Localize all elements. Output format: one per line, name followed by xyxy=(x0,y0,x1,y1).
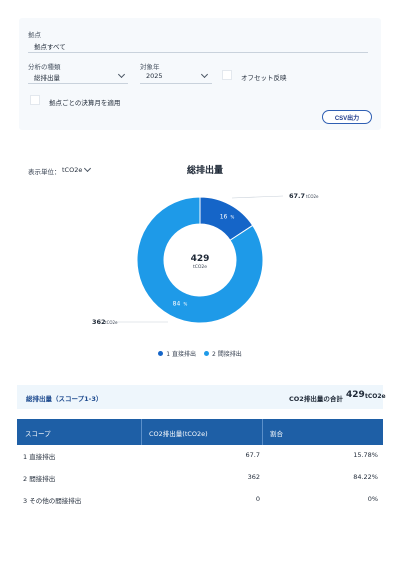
base-underline xyxy=(28,52,368,53)
chevron-down-icon xyxy=(117,70,126,79)
year-select[interactable]: 2025 xyxy=(140,69,212,83)
legend-label: 1 直接排出 xyxy=(166,351,196,358)
slice-percent-sign: % xyxy=(231,214,235,219)
slice-percent-sign: % xyxy=(183,302,187,307)
cell-scope: 3 その他の間接排出 xyxy=(23,497,82,505)
summary-bar: 総排出量（スコープ1-3） CO2排出量の合計 429 tCO2e xyxy=(17,385,386,409)
legend-item-indirect[interactable]: 2 間接排出 xyxy=(204,349,242,358)
analysis-select-value: 総排出量 xyxy=(34,74,60,82)
cell-ratio: 84.22% xyxy=(353,473,378,481)
cell-ratio: 0% xyxy=(367,495,378,503)
cell-ratio: 15.78% xyxy=(353,451,378,459)
col-header-scope: スコープ xyxy=(25,430,51,438)
summary-title: 総排出量（スコープ1-3） xyxy=(26,395,103,403)
table-header: スコープ CO2排出量(tCO2e) 割合 xyxy=(17,419,383,445)
summary-total-unit: tCO2e xyxy=(365,393,386,400)
donut-center-value: 429 xyxy=(191,254,210,264)
outer-value-label: 362 xyxy=(92,318,106,326)
col-header-amount: CO2排出量(tCO2e) xyxy=(149,430,208,438)
cell-amount: 0 xyxy=(255,495,260,503)
year-select-value: 2025 xyxy=(146,72,163,80)
slice-percent-label: 16 xyxy=(220,213,228,220)
chart-legend: 1 直接排出 2 間接排出 xyxy=(128,349,272,358)
analysis-underline xyxy=(28,83,128,84)
outer-unit-label: tCO2e xyxy=(105,320,118,325)
col-separator xyxy=(141,419,142,445)
legend-dot xyxy=(204,351,209,356)
analysis-select[interactable]: 総排出量 xyxy=(28,69,128,83)
slice-percent-label: 84 xyxy=(173,301,181,308)
offset-label: オフセット反映 xyxy=(241,74,287,82)
summary-total-label: CO2排出量の合計 xyxy=(289,395,343,403)
unit-select-value: tCO2e xyxy=(62,166,83,174)
chart-title: 総排出量 xyxy=(186,166,223,176)
unit-label: 表示単位： xyxy=(28,168,61,176)
base-select[interactable]: 拠点すべて xyxy=(28,38,368,52)
chevron-down-icon xyxy=(83,164,92,173)
chevron-down-icon xyxy=(200,70,209,79)
cell-scope: 1 直接排出 xyxy=(23,453,56,461)
col-header-ratio: 割合 xyxy=(270,430,283,438)
outer-unit-label: tCO2e xyxy=(306,194,319,199)
cell-amount: 67.7 xyxy=(245,451,260,459)
filter-panel: 拠点 拠点すべて 分析の種類 総排出量 対象年 2025 オフセット反映 拠点ご… xyxy=(19,18,381,130)
table-row: 1 直接排出 67.7 15.78% xyxy=(17,445,383,467)
col-separator xyxy=(262,419,263,445)
cell-amount: 362 xyxy=(247,473,260,481)
donut-center-unit: tCO2e xyxy=(193,264,207,270)
legend-label: 2 間接排出 xyxy=(212,351,242,358)
csv-export-button[interactable]: CSV出力 xyxy=(322,110,372,124)
unit-select[interactable]: tCO2e xyxy=(60,163,94,176)
leader-line xyxy=(231,195,284,199)
outer-value-label: 67.7 xyxy=(289,192,305,200)
offset-checkbox[interactable] xyxy=(222,70,232,80)
fiscal-month-label: 拠点ごとの決算月を適用 xyxy=(49,99,121,107)
summary-total-value: 429 xyxy=(346,390,365,400)
year-underline xyxy=(140,83,212,84)
fiscal-month-checkbox[interactable] xyxy=(30,95,40,105)
base-select-value: 拠点すべて xyxy=(34,43,66,51)
legend-dot xyxy=(158,351,164,356)
table-row: 2 間接排出 362 84.22% xyxy=(17,467,383,489)
donut-chart: 16 %84 %429tCO2e67.7 tCO2e362 tCO2e xyxy=(92,192,319,326)
legend-item-direct[interactable]: 1 直接排出 xyxy=(158,349,196,358)
table-row: 3 その他の間接排出 0 0% xyxy=(17,489,383,511)
cell-scope: 2 間接排出 xyxy=(23,475,56,483)
